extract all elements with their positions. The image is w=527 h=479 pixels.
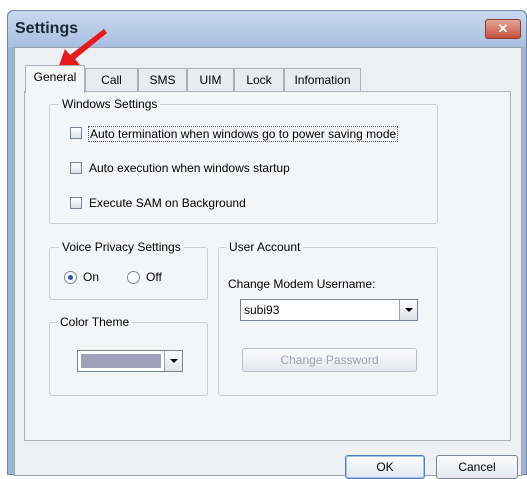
chevron-down-icon	[170, 359, 178, 363]
username-dropdown-button[interactable]	[399, 300, 417, 320]
ok-button[interactable]: OK	[345, 455, 425, 479]
color-theme-title: Color Theme	[57, 315, 133, 329]
execute-background-checkbox[interactable]	[70, 197, 82, 209]
color-theme-group: Color Theme	[49, 315, 208, 396]
tab-general[interactable]: General	[25, 65, 85, 93]
close-icon: ✕	[497, 21, 509, 36]
voice-privacy-off-radio[interactable]	[127, 271, 140, 284]
voice-privacy-off-label[interactable]: Off	[146, 270, 162, 284]
username-dropdown[interactable]: subi93	[240, 299, 418, 321]
color-swatch	[81, 354, 161, 368]
username-value: subi93	[244, 303, 280, 317]
user-account-group: User Account Change Modem Username: subi…	[218, 240, 438, 396]
chevron-down-icon	[405, 308, 413, 312]
execute-background-label[interactable]: Execute SAM on Background	[89, 196, 246, 210]
tab-uim[interactable]: UIM	[187, 68, 234, 92]
windows-settings-group: Windows Settings Auto termination when w…	[49, 97, 438, 224]
auto-execution-checkbox[interactable]	[70, 162, 82, 174]
tab-sms[interactable]: SMS	[138, 68, 187, 92]
settings-window: Settings ✕ General Call SMS UIM Lock Inf…	[7, 10, 527, 479]
voice-privacy-on-radio[interactable]	[64, 271, 77, 284]
general-tab-panel: Windows Settings Auto termination when w…	[24, 91, 511, 441]
tab-lock[interactable]: Lock	[234, 68, 284, 92]
dialog-body: General Call SMS UIM Lock Infomation Win…	[14, 47, 522, 479]
change-username-label: Change Modem Username:	[228, 277, 376, 291]
color-theme-dropdown[interactable]	[77, 350, 183, 372]
voice-privacy-title: Voice Privacy Settings	[59, 240, 184, 254]
windows-settings-title: Windows Settings	[59, 97, 161, 111]
auto-execution-label[interactable]: Auto execution when windows startup	[89, 161, 290, 175]
auto-termination-checkbox[interactable]	[70, 127, 82, 139]
tab-infomation[interactable]: Infomation	[284, 68, 361, 92]
auto-termination-label[interactable]: Auto termination when windows go to powe…	[88, 126, 399, 142]
change-password-button[interactable]: Change Password	[242, 348, 417, 372]
close-button[interactable]: ✕	[485, 19, 521, 39]
cancel-button[interactable]: Cancel	[436, 455, 518, 479]
voice-privacy-on-label[interactable]: On	[83, 270, 99, 284]
user-account-title: User Account	[226, 240, 304, 254]
color-theme-dropdown-button[interactable]	[164, 351, 182, 371]
voice-privacy-group: Voice Privacy Settings On Off	[49, 240, 208, 300]
